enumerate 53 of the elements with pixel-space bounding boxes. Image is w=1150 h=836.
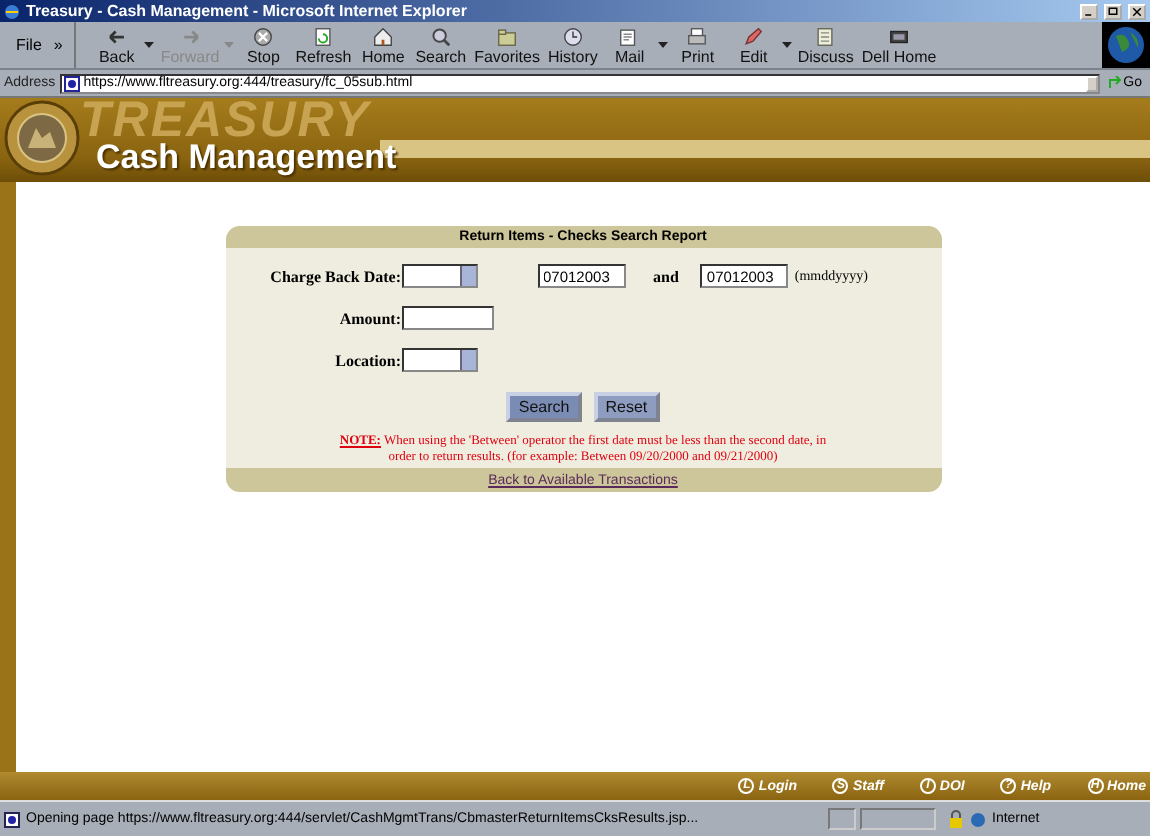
dropdown-arrow-icon[interactable] <box>144 39 157 51</box>
notepad-icon <box>814 25 837 47</box>
edit-button[interactable]: Edit <box>725 23 782 67</box>
maximize-icon[interactable] <box>1104 3 1122 19</box>
page-title: Cash Management <box>96 138 397 178</box>
field-label: Charge Back Date: <box>268 267 401 285</box>
and-label: and <box>653 267 679 285</box>
reset-button[interactable]: Reset <box>593 392 660 422</box>
search-icon <box>429 25 452 47</box>
search-button[interactable]: Search <box>411 23 471 67</box>
globe-icon <box>970 811 986 827</box>
monitor-icon <box>888 25 911 47</box>
globe-icon <box>1102 22 1150 68</box>
back-button[interactable]: Back <box>88 23 145 67</box>
dropdown-arrow-icon[interactable] <box>781 39 794 51</box>
operator-dropdown[interactable] <box>401 264 477 288</box>
favorites-button[interactable]: Favorites <box>470 23 544 67</box>
page-refresh-icon <box>312 25 335 47</box>
print-button[interactable]: Print <box>669 23 726 67</box>
house-icon <box>372 25 395 47</box>
dropdown-arrow-icon[interactable] <box>657 39 670 51</box>
location-dropdown[interactable] <box>401 348 477 372</box>
window-title: Treasury - Cash Management - Microsoft Internet Explorer <box>26 2 469 20</box>
file-menu[interactable]: File <box>16 36 42 54</box>
status-panel <box>860 808 936 830</box>
refresh-button[interactable]: Refresh <box>291 23 356 67</box>
folder-icon <box>496 25 519 47</box>
left-arrow-icon <box>105 25 128 47</box>
go-arrow-icon <box>1107 76 1122 90</box>
mail-button[interactable]: Mail <box>601 23 658 67</box>
status-panel <box>828 808 856 830</box>
discuss-button[interactable]: Discuss <box>793 23 858 67</box>
search-button[interactable]: Search <box>506 392 582 422</box>
history-button[interactable]: History <box>543 23 602 67</box>
stop-button[interactable]: Stop <box>235 23 292 67</box>
minimize-icon[interactable] <box>1080 3 1098 19</box>
home-button[interactable]: Home <box>355 23 412 67</box>
close-icon[interactable] <box>1128 3 1146 19</box>
page-icon <box>63 75 80 91</box>
printer-icon <box>686 25 709 47</box>
field-label: Amount: <box>337 309 401 327</box>
more-chevron[interactable]: » <box>53 36 63 54</box>
ie-icon <box>4 3 20 19</box>
clock-icon <box>561 25 584 47</box>
amount-field[interactable] <box>401 306 493 330</box>
seal-icon <box>4 100 80 176</box>
stop-icon <box>252 25 275 47</box>
field-label: Location: <box>333 351 401 369</box>
dell-button[interactable]: Dell Home <box>857 23 941 67</box>
page-icon <box>4 811 20 827</box>
banner-backdrop-text: TREASURY <box>80 98 371 142</box>
dropdown-button[interactable] <box>1085 75 1098 91</box>
lock-icon <box>948 810 964 828</box>
